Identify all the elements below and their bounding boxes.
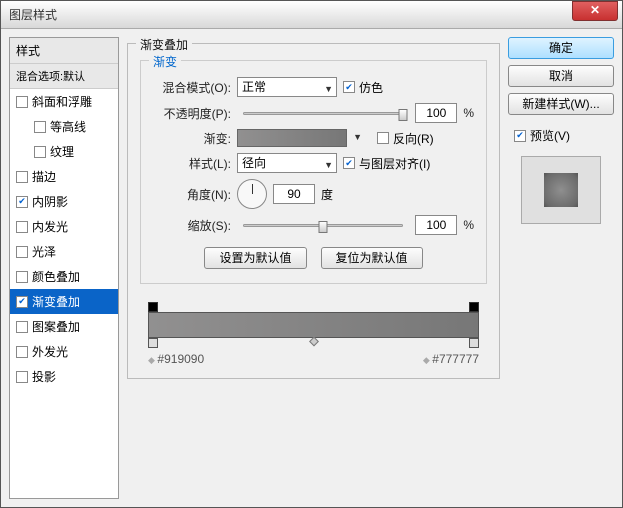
midpoint-icon[interactable] (309, 337, 319, 347)
checkbox[interactable] (16, 196, 28, 208)
gradient-editor: #919090 #777777 (140, 312, 487, 366)
style-item-outerglow[interactable]: 外发光 (10, 339, 118, 364)
grad-color-right: #777777 (423, 352, 479, 366)
blend-options-item[interactable]: 混合选项:默认 (10, 64, 118, 89)
checkbox[interactable] (34, 121, 46, 133)
checkbox[interactable] (16, 246, 28, 258)
window-title: 图层样式 (1, 6, 572, 23)
checkbox[interactable] (16, 321, 28, 333)
cancel-button[interactable]: 取消 (508, 65, 614, 87)
group-title: 渐变叠加 (136, 36, 192, 53)
checkbox[interactable] (16, 346, 28, 358)
scale-label: 缩放(S): (153, 217, 231, 234)
action-panel: 确定 取消 新建样式(W)... 预览(V) (508, 37, 614, 499)
angle-unit: 度 (321, 186, 333, 203)
preview-swatch (521, 156, 601, 224)
inner-title: 渐变 (149, 53, 181, 70)
scale-slider[interactable] (243, 216, 403, 234)
preview-inner (544, 173, 578, 207)
gradient-label: 渐变: (153, 130, 231, 147)
angle-label: 角度(N): (153, 186, 231, 203)
layer-style-dialog: 图层样式 ✕ 样式 混合选项:默认 斜面和浮雕 等高线 纹理 描边 内阴影 内发… (0, 0, 623, 508)
gradient-inner-group: 渐变 混合模式(O): 正常 仿色 不透明度(P): 100 % 渐变: (140, 60, 487, 284)
style-item-texture[interactable]: 纹理 (10, 139, 118, 164)
close-button[interactable]: ✕ (572, 1, 618, 21)
ok-button[interactable]: 确定 (508, 37, 614, 59)
make-default-button[interactable]: 设置为默认值 (204, 247, 306, 269)
color-stop-left[interactable] (148, 338, 158, 348)
checkbox[interactable] (16, 171, 28, 183)
style-label: 样式(L): (153, 155, 231, 172)
checkbox[interactable] (16, 221, 28, 233)
new-style-button[interactable]: 新建样式(W)... (508, 93, 614, 115)
color-stop-right[interactable] (469, 338, 479, 348)
opacity-stop-right[interactable] (469, 302, 479, 312)
angle-input[interactable]: 90 (273, 184, 315, 204)
style-item-dropshadow[interactable]: 投影 (10, 364, 118, 389)
blend-mode-select[interactable]: 正常 (237, 77, 337, 97)
checkbox[interactable] (34, 146, 46, 158)
checkbox[interactable] (16, 296, 28, 308)
gradient-bar[interactable] (148, 312, 479, 338)
checkbox[interactable] (16, 96, 28, 108)
style-item-gradientoverlay[interactable]: 渐变叠加 (10, 289, 118, 314)
style-item-contour[interactable]: 等高线 (10, 114, 118, 139)
style-item-innerglow[interactable]: 内发光 (10, 214, 118, 239)
gradient-picker[interactable] (237, 129, 347, 147)
opacity-stop-left[interactable] (148, 302, 158, 312)
settings-panel: 渐变叠加 渐变 混合模式(O): 正常 仿色 不透明度(P): 100 % (127, 37, 500, 499)
style-item-coloroverlay[interactable]: 颜色叠加 (10, 264, 118, 289)
styles-list: 样式 混合选项:默认 斜面和浮雕 等高线 纹理 描边 内阴影 内发光 光泽 颜色… (9, 37, 119, 499)
preview-checkbox[interactable]: 预览(V) (514, 127, 614, 144)
blend-mode-label: 混合模式(O): (153, 79, 231, 96)
scale-input[interactable]: 100 (415, 215, 457, 235)
content-area: 样式 混合选项:默认 斜面和浮雕 等高线 纹理 描边 内阴影 内发光 光泽 颜色… (1, 29, 622, 507)
opacity-slider[interactable] (243, 104, 403, 122)
style-item-satin[interactable]: 光泽 (10, 239, 118, 264)
opacity-label: 不透明度(P): (153, 105, 231, 122)
reset-default-button[interactable]: 复位为默认值 (321, 247, 423, 269)
grad-color-left: #919090 (148, 352, 204, 366)
reverse-checkbox[interactable]: 反向(R) (377, 130, 434, 147)
dither-checkbox[interactable]: 仿色 (343, 79, 383, 96)
angle-dial[interactable] (237, 179, 267, 209)
align-checkbox[interactable]: 与图层对齐(I) (343, 155, 430, 172)
checkbox[interactable] (16, 271, 28, 283)
titlebar: 图层样式 ✕ (1, 1, 622, 29)
style-item-innershadow[interactable]: 内阴影 (10, 189, 118, 214)
style-item-patternoverlay[interactable]: 图案叠加 (10, 314, 118, 339)
gradient-overlay-group: 渐变叠加 渐变 混合模式(O): 正常 仿色 不透明度(P): 100 % (127, 43, 500, 379)
style-item-bevel[interactable]: 斜面和浮雕 (10, 89, 118, 114)
checkbox[interactable] (16, 371, 28, 383)
gradient-style-select[interactable]: 径向 (237, 153, 337, 173)
style-item-stroke[interactable]: 描边 (10, 164, 118, 189)
opacity-input[interactable]: 100 (415, 103, 457, 123)
styles-header[interactable]: 样式 (10, 38, 118, 64)
